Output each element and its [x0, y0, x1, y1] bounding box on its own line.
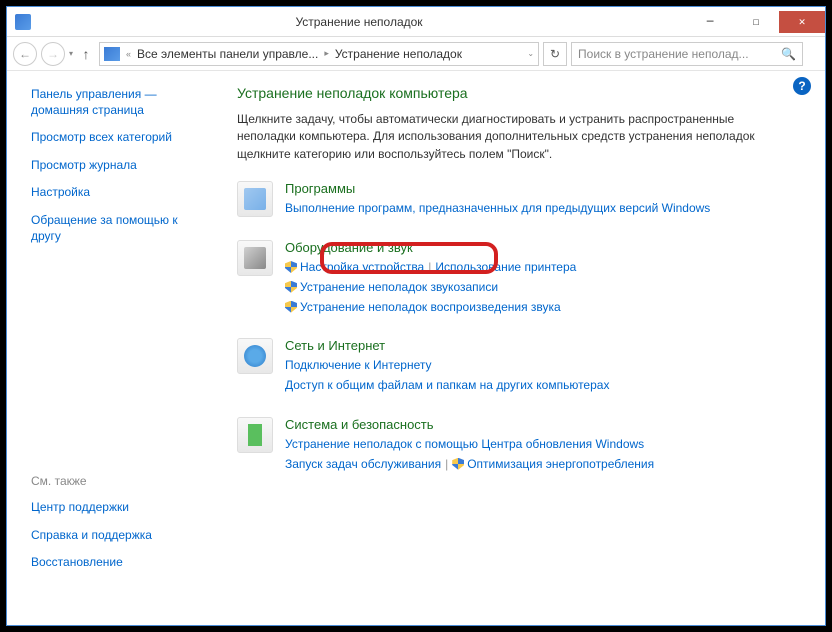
shield-icon: [452, 458, 464, 470]
link-windows-update[interactable]: Устранение неполадок с помощью Центра об…: [285, 437, 644, 451]
search-placeholder: Поиск в устранение неполад...: [578, 47, 749, 61]
titlebar: Устранение неполадок ─ ☐ ✕: [7, 7, 825, 37]
sidebar-link-recovery[interactable]: Восстановление: [31, 555, 207, 571]
breadcrumb-chevron-icon: «: [124, 49, 133, 59]
main-panel: ? Устранение неполадок компьютера Щелкни…: [207, 71, 825, 625]
close-button[interactable]: ✕: [779, 11, 825, 33]
category-system: Система и безопасность Устранение непола…: [237, 417, 805, 476]
link-power-optimization[interactable]: Оптимизация энергопотребления: [467, 457, 654, 471]
link-audio-playback[interactable]: Устранение неполадок воспроизведения зву…: [300, 300, 561, 314]
content-area: Панель управления — домашняя страница Пр…: [7, 71, 825, 625]
breadcrumb-seg1[interactable]: Все элементы панели управле...: [137, 47, 318, 61]
window-title: Устранение неполадок: [31, 15, 687, 29]
refresh-button[interactable]: ↻: [543, 42, 567, 66]
sidebar-link-history[interactable]: Просмотр журнала: [31, 158, 207, 174]
category-network-title[interactable]: Сеть и Интернет: [285, 338, 385, 353]
category-system-title[interactable]: Система и безопасность: [285, 417, 434, 432]
system-icon: [237, 417, 273, 453]
maximize-button[interactable]: ☐: [733, 11, 779, 33]
sidebar-link-settings[interactable]: Настройка: [31, 185, 207, 201]
address-bar[interactable]: « Все элементы панели управле... ▸ Устра…: [99, 42, 539, 66]
control-panel-icon: [104, 47, 120, 61]
category-hardware-title[interactable]: Оборудование и звук: [285, 240, 413, 255]
forward-button[interactable]: →: [41, 42, 65, 66]
address-dropdown-icon[interactable]: ⌄: [527, 49, 534, 58]
shield-icon: [285, 281, 297, 293]
sidebar-link-all-categories[interactable]: Просмотр всех категорий: [31, 130, 207, 146]
shield-icon: [285, 301, 297, 313]
search-icon: 🔍: [781, 47, 796, 61]
category-programs-title[interactable]: Программы: [285, 181, 355, 196]
category-network: Сеть и Интернет Подключение к Интернету …: [237, 338, 805, 397]
shield-icon: [285, 261, 297, 273]
sidebar-link-remote-assist[interactable]: Обращение за помощью к другу: [31, 213, 207, 244]
search-input[interactable]: Поиск в устранение неполад... 🔍: [571, 42, 803, 66]
page-heading: Устранение неполадок компьютера: [237, 85, 805, 101]
see-also-header: См. также: [31, 474, 207, 488]
window-controls: ─ ☐ ✕: [687, 11, 825, 33]
link-audio-recording[interactable]: Устранение неполадок звукозаписи: [300, 280, 498, 294]
history-dropdown-icon[interactable]: ▾: [69, 49, 73, 58]
sidebar-link-action-center[interactable]: Центр поддержки: [31, 500, 207, 516]
programs-icon: [237, 181, 273, 217]
category-hardware: Оборудование и звук Настройка устройства…: [237, 240, 805, 318]
link-internet-connection[interactable]: Подключение к Интернету: [285, 358, 432, 372]
network-icon: [237, 338, 273, 374]
sidebar-link-help-support[interactable]: Справка и поддержка: [31, 528, 207, 544]
up-button[interactable]: ↑: [77, 46, 95, 62]
breadcrumb-seg2[interactable]: Устранение неполадок: [335, 47, 462, 61]
back-button[interactable]: ←: [13, 42, 37, 66]
app-icon: [15, 14, 31, 30]
sidebar-home-link[interactable]: Панель управления — домашняя страница: [31, 87, 207, 118]
link-shared-files[interactable]: Доступ к общим файлам и папкам на других…: [285, 378, 609, 392]
breadcrumb-chevron-icon: ▸: [322, 48, 331, 59]
link-use-printer[interactable]: Использование принтера: [435, 260, 576, 274]
category-programs: Программы Выполнение программ, предназна…: [237, 181, 805, 220]
sidebar: Панель управления — домашняя страница Пр…: [7, 71, 207, 625]
link-configure-device[interactable]: Настройка устройства: [300, 260, 424, 274]
toolbar: ← → ▾ ↑ « Все элементы панели управле...…: [7, 37, 825, 71]
minimize-button[interactable]: ─: [687, 11, 733, 33]
window: Устранение неполадок ─ ☐ ✕ ← → ▾ ↑ « Все…: [6, 6, 826, 626]
hardware-icon: [237, 240, 273, 276]
link-maintenance-tasks[interactable]: Запуск задач обслуживания: [285, 457, 441, 471]
link-run-legacy-programs[interactable]: Выполнение программ, предназначенных для…: [285, 201, 710, 215]
help-icon[interactable]: ?: [793, 77, 811, 95]
intro-text: Щелкните задачу, чтобы автоматически диа…: [237, 111, 757, 163]
